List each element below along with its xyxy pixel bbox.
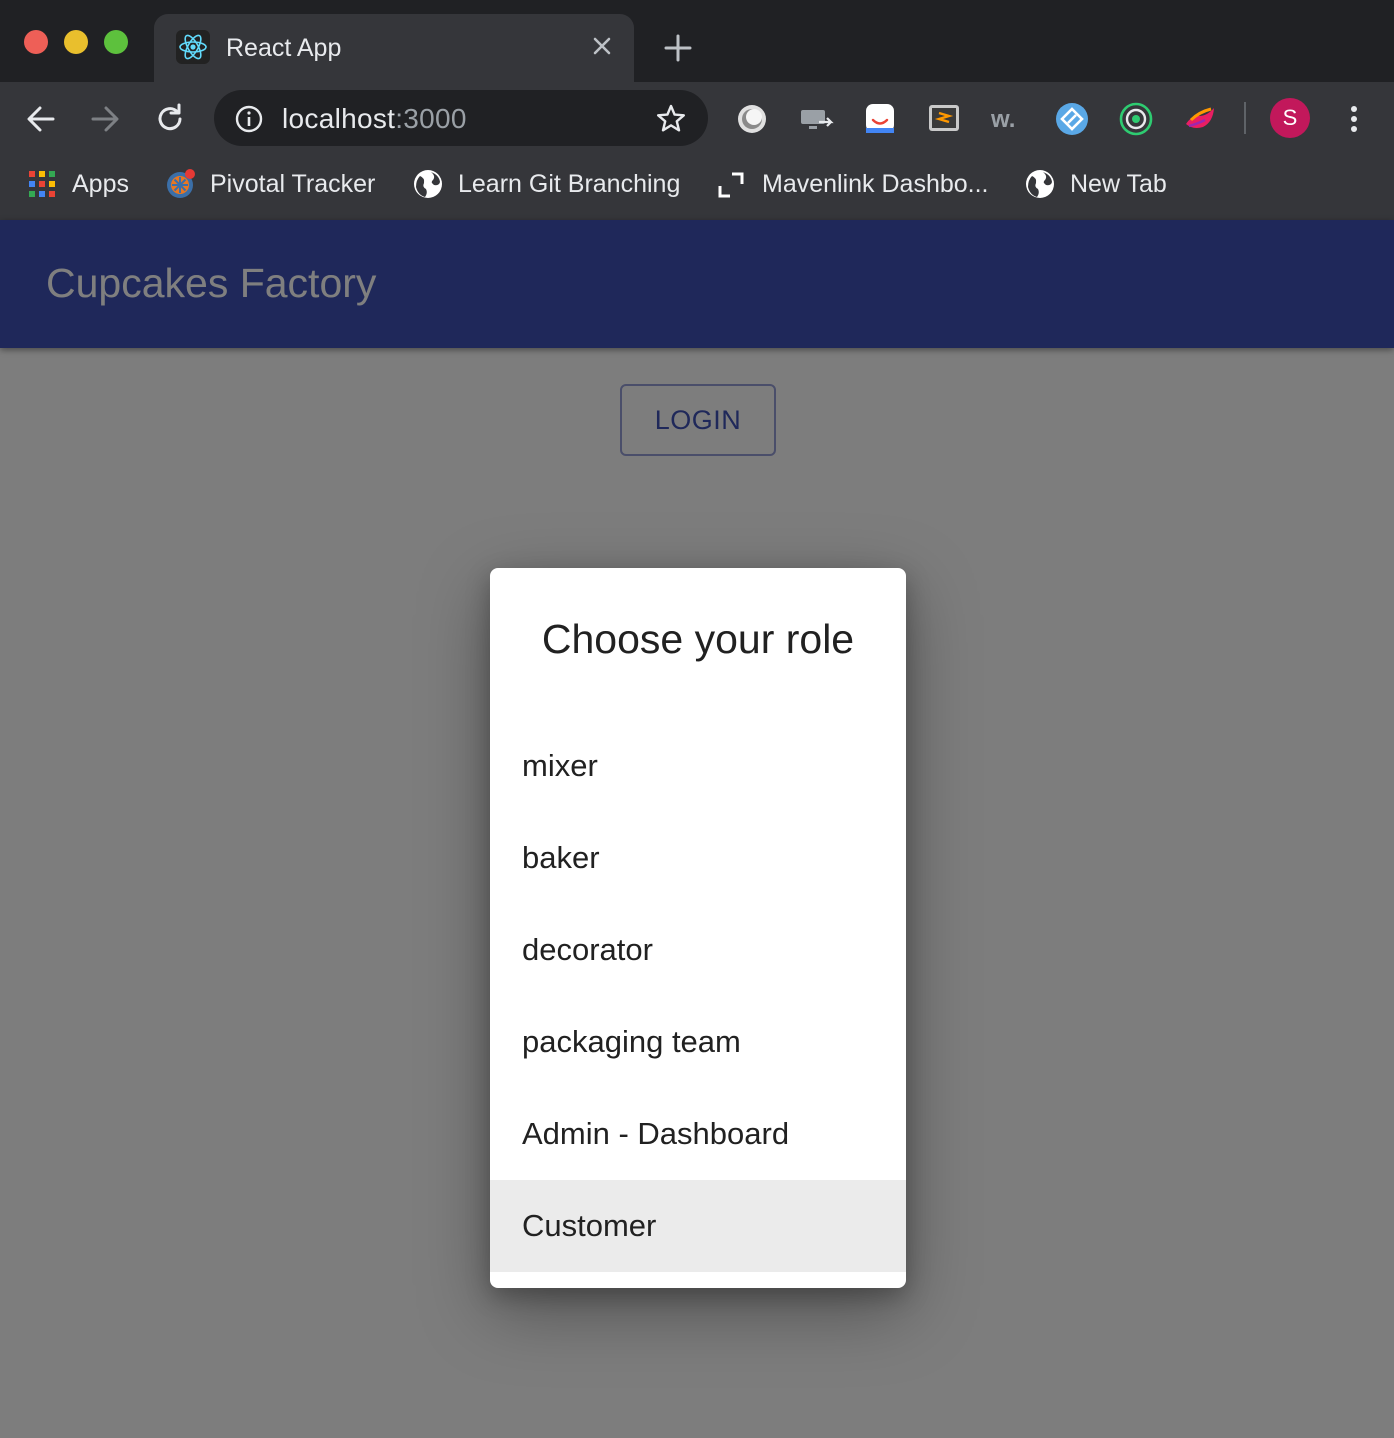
- bookmark-pivotal-tracker[interactable]: Pivotal Tracker: [164, 166, 375, 202]
- extension-circle-icon[interactable]: [733, 100, 771, 138]
- forward-arrow-icon[interactable]: [86, 100, 124, 138]
- back-arrow-icon[interactable]: [22, 100, 60, 138]
- bookmarks-bar: Apps Pivotal Tracker Learn Git Branching…: [0, 156, 1394, 220]
- react-logo-icon: [176, 30, 210, 64]
- extension-diamond-icon[interactable]: [1053, 100, 1091, 138]
- pivotal-tracker-icon: [167, 169, 195, 198]
- browser-toolbar: localhost:3000 w. S: [0, 82, 1394, 156]
- address-bar[interactable]: localhost:3000: [214, 90, 708, 146]
- role-item-packaging-team[interactable]: packaging team: [490, 996, 906, 1088]
- bookmark-label: Mavenlink Dashbo...: [762, 169, 989, 198]
- extension-chat-icon[interactable]: [861, 100, 899, 138]
- globe-icon: [414, 170, 442, 198]
- bookmark-learn-git-branching[interactable]: Learn Git Branching: [412, 166, 680, 202]
- role-item-decorator[interactable]: decorator: [490, 904, 906, 996]
- extension-target-icon[interactable]: [1117, 100, 1155, 138]
- svg-text:w.: w.: [990, 106, 1015, 133]
- tab-title: React App: [226, 34, 342, 62]
- role-label: packaging team: [522, 1024, 741, 1059]
- browser-tab-strip: React App: [0, 0, 1394, 82]
- profile-avatar[interactable]: S: [1270, 98, 1310, 138]
- role-item-baker[interactable]: baker: [490, 812, 906, 904]
- extension-cast-icon[interactable]: [797, 100, 835, 138]
- bookmark-new-tab[interactable]: New Tab: [1024, 166, 1167, 202]
- bookmark-apps[interactable]: Apps: [26, 166, 129, 202]
- url-port: :3000: [395, 103, 467, 134]
- toolbar-separator: [1244, 102, 1246, 134]
- page-viewport: Cupcakes Factory LOGIN Choose your role …: [0, 220, 1394, 1438]
- bookmark-label: Pivotal Tracker: [210, 169, 376, 198]
- menu-more-icon[interactable]: [1338, 100, 1370, 138]
- bookmark-star-icon[interactable]: [654, 102, 688, 136]
- reload-icon[interactable]: [151, 100, 189, 138]
- site-info-icon[interactable]: [234, 104, 264, 134]
- role-list: mixer baker decorator packaging team Adm…: [490, 720, 906, 1272]
- bookmark-mavenlink[interactable]: Mavenlink Dashbo...: [716, 166, 989, 202]
- address-url: localhost:3000: [282, 103, 467, 135]
- bookmark-label: Learn Git Branching: [458, 169, 681, 198]
- role-item-customer[interactable]: Customer: [490, 1180, 906, 1272]
- browser-tab-active[interactable]: React App: [154, 14, 634, 82]
- url-host: localhost: [282, 103, 396, 134]
- bookmark-label: Apps: [72, 169, 129, 198]
- close-tab-icon[interactable]: [586, 30, 618, 62]
- role-dialog: Choose your role mixer baker decorator p…: [490, 568, 906, 1288]
- bookmark-label: New Tab: [1070, 169, 1167, 198]
- window-minimize-button[interactable]: [64, 30, 88, 54]
- globe-icon: [1026, 170, 1054, 198]
- role-label: baker: [522, 840, 600, 875]
- role-label: Admin - Dashboard: [522, 1116, 790, 1151]
- new-tab-icon[interactable]: [660, 30, 696, 66]
- extension-sublime-icon[interactable]: [925, 100, 963, 138]
- role-label: decorator: [522, 932, 653, 967]
- extension-w-icon[interactable]: w.: [989, 100, 1027, 138]
- role-label: mixer: [522, 748, 598, 783]
- window-maximize-button[interactable]: [104, 30, 128, 54]
- apps-grid-icon: [29, 171, 55, 197]
- dialog-title: Choose your role: [541, 616, 855, 662]
- role-item-mixer[interactable]: mixer: [490, 720, 906, 812]
- role-label: Customer: [522, 1208, 657, 1243]
- extension-bird-icon[interactable]: [1181, 100, 1219, 138]
- mavenlink-icon: [718, 172, 744, 198]
- window-close-button[interactable]: [24, 30, 48, 54]
- role-item-admin-dashboard[interactable]: Admin - Dashboard: [490, 1088, 906, 1180]
